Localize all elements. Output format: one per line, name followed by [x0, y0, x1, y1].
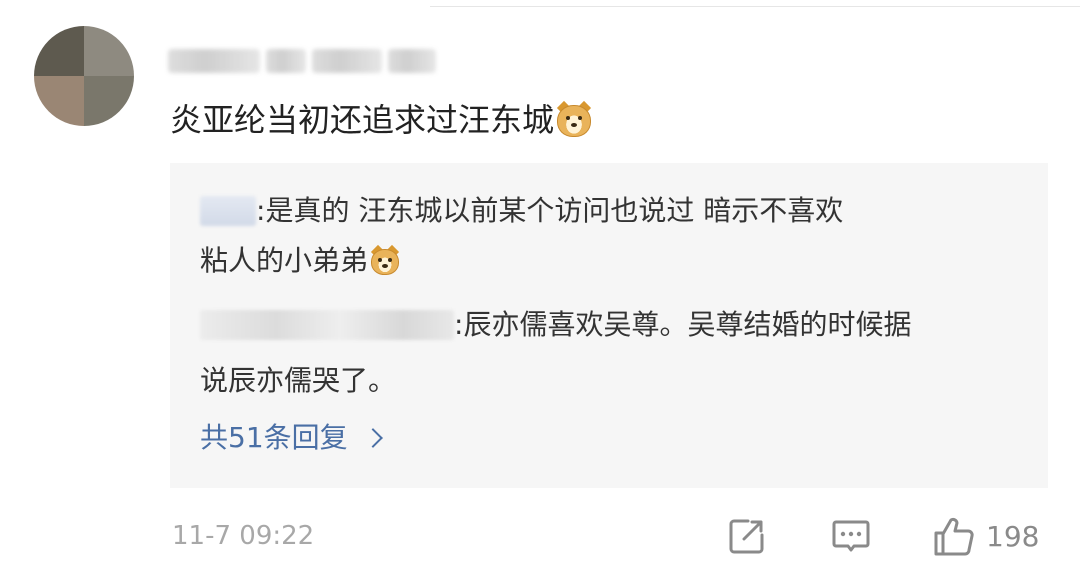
comment-bubble-icon	[832, 520, 870, 552]
share-button[interactable]	[726, 512, 768, 560]
reply-item-continued: 粘人的小弟弟	[200, 241, 400, 281]
reply-separator: :	[454, 308, 464, 341]
reply-author-redacted[interactable]	[200, 310, 454, 340]
avatar-pixel	[34, 76, 84, 126]
view-all-replies-label: 共51条回复	[200, 421, 348, 454]
avatar-pixel	[84, 26, 134, 76]
reply-separator: :	[256, 194, 266, 227]
doge-emoji-icon	[370, 244, 400, 275]
reply-author-redacted[interactable]	[200, 196, 256, 226]
weibo-comment-card: 炎亚纶当初还追求过汪东城 : 是真的 汪东城以前某个访问也说过 暗示不喜欢 粘人…	[0, 0, 1080, 578]
reply-item-continued: 说辰亦儒哭了。	[200, 361, 396, 401]
top-divider	[430, 0, 1080, 7]
avatar-pixel	[34, 26, 84, 76]
redaction-blur	[266, 49, 306, 73]
doge-emoji-icon	[556, 100, 592, 137]
view-all-replies-link[interactable]: 共51条回复	[200, 418, 383, 458]
redaction-blur	[388, 49, 436, 73]
redaction-blur	[168, 49, 260, 73]
comment-text: 炎亚纶当初还追求过汪东城	[170, 98, 592, 142]
comment-button[interactable]	[830, 512, 872, 560]
reply-text: 辰亦儒喜欢吴尊。吴尊结婚的时候据	[463, 308, 912, 341]
comment-timestamp: 11-7 09:22	[172, 521, 315, 551]
reply-text: 粘人的小弟弟	[200, 244, 369, 277]
reply-text: 说辰亦儒哭了。	[200, 364, 397, 397]
reply-item: : 是真的 汪东城以前某个访问也说过 暗示不喜欢	[200, 191, 843, 231]
redaction-blur	[312, 49, 382, 73]
thumbs-up-icon	[934, 517, 974, 556]
avatar-pixel	[84, 76, 134, 126]
reply-item: : 辰亦儒喜欢吴尊。吴尊结婚的时候据	[200, 305, 911, 345]
comment-body: 炎亚纶当初还追求过汪东城	[170, 101, 555, 139]
reply-text: 是真的 汪东城以前某个访问也说过 暗示不喜欢	[265, 194, 844, 227]
avatar[interactable]	[34, 26, 134, 126]
username-redacted[interactable]	[168, 46, 436, 76]
share-edit-icon	[729, 519, 764, 554]
chevron-right-icon	[362, 428, 383, 448]
reply-preview-box[interactable]: : 是真的 汪东城以前某个访问也说过 暗示不喜欢 粘人的小弟弟 : 辰亦儒喜欢吴…	[170, 163, 1048, 488]
like-count: 198	[986, 519, 1040, 553]
like-button[interactable]: 198	[932, 512, 1039, 560]
